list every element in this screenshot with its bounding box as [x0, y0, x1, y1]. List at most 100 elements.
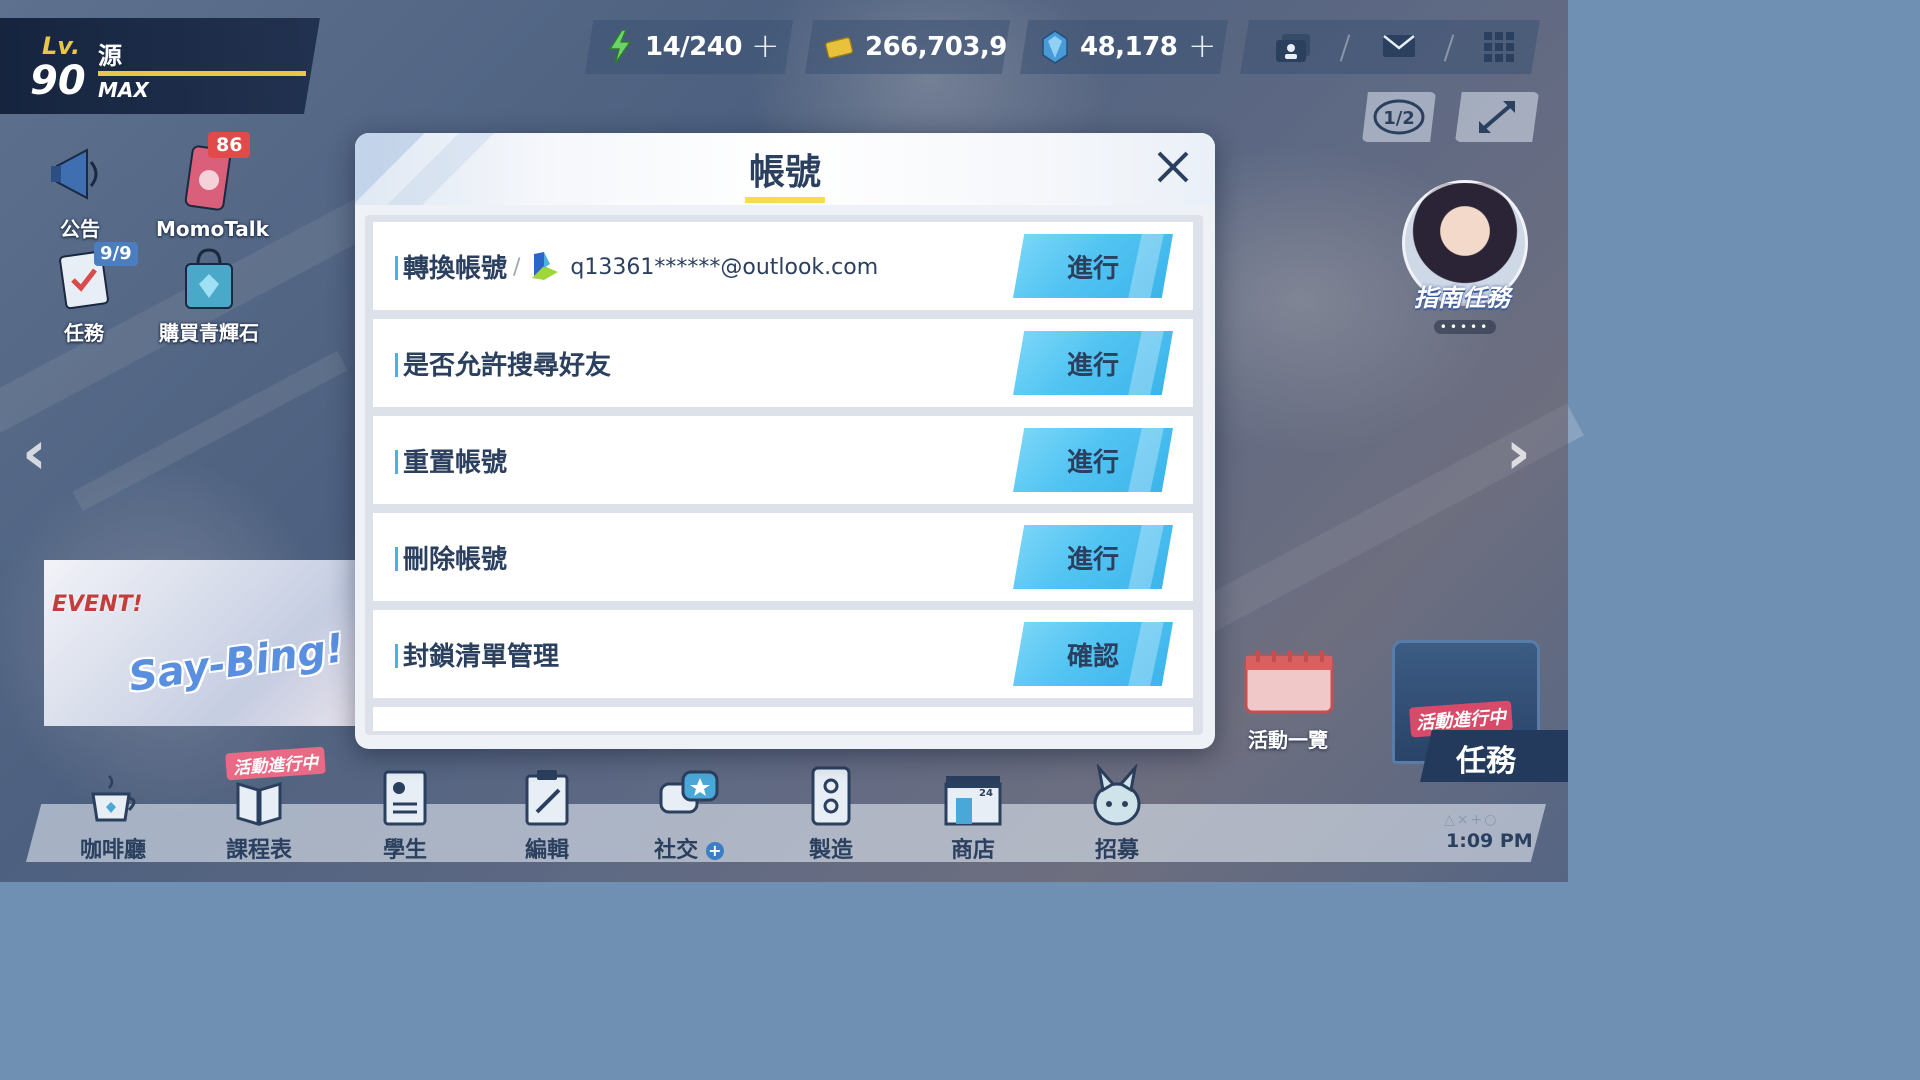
student-file-icon: [383, 770, 427, 826]
pyroxene-gem-icon: [1040, 30, 1070, 64]
nav-social[interactable]: 社交 +: [634, 760, 744, 864]
nav-recruit-label: 招募: [1094, 838, 1139, 863]
nav-formation[interactable]: 編輯: [492, 760, 602, 864]
tasks-label: 任務: [64, 321, 104, 345]
cycle-view-button[interactable]: 1/2: [1362, 92, 1436, 142]
allow-friend-search-button[interactable]: 進行: [1013, 331, 1173, 395]
chat-bubbles-icon: [659, 770, 719, 814]
add-pyroxene-button[interactable]: +: [1188, 26, 1217, 66]
cycle-icon: 1/2: [1373, 99, 1425, 135]
tasks-count-badge: 9/9: [94, 242, 138, 266]
option-row-block-list: 封鎖清單管理 確認: [373, 610, 1193, 698]
player-name: 源: [98, 42, 122, 70]
nav-cafe-label: 咖啡廳: [79, 838, 146, 863]
nav-shop[interactable]: 24 商店: [918, 760, 1028, 864]
modal-title: 帳號: [748, 152, 821, 193]
option-row-reset-account: 重置帳號 進行: [373, 416, 1193, 504]
option-row-delete-account: 刪除帳號 進行: [373, 513, 1193, 601]
level-max-label: MAX: [98, 78, 149, 102]
pyroxene-counter[interactable]: 48,178 +: [1020, 20, 1228, 74]
allow-friend-search-label: 是否允許搜尋好友: [403, 351, 612, 381]
shopping-bag-icon: [185, 248, 233, 309]
account-provider-logo-icon: [532, 252, 559, 280]
switch-account-label: 轉換帳號: [403, 254, 508, 284]
label-separator: /: [513, 254, 521, 280]
switch-account-button[interactable]: 進行: [1013, 234, 1173, 298]
account-options-list[interactable]: 轉換帳號 / q13361******@outlook.com 進行 是否允許搜…: [365, 215, 1203, 735]
top-utility-bar: [1240, 20, 1540, 74]
level-label: Lv.: [42, 32, 81, 60]
coffee-cup-icon: [91, 775, 136, 822]
nav-formation-label: 編輯: [524, 838, 569, 863]
buy-pyroxene-label: 購買青輝石: [159, 321, 259, 345]
credit-card-icon: [825, 30, 855, 64]
schedule-book-icon: [236, 781, 282, 827]
nav-cafe[interactable]: 咖啡廳: [58, 760, 168, 864]
linked-email: q13361******@outlook.com: [570, 254, 879, 280]
buy-pyroxene-shortcut[interactable]: 購買青輝石: [150, 246, 268, 346]
option-row-allow-friend-search: 是否允許搜尋好友 進行: [373, 319, 1193, 407]
cycle-label: 1/2: [1383, 108, 1415, 129]
row-accent-bar: [395, 256, 398, 280]
megaphone-icon: [51, 148, 98, 200]
nav-crafting-label: 製造: [808, 838, 853, 863]
title-underline: [745, 197, 825, 203]
exp-bar: [98, 71, 306, 76]
mission-label: 任務: [1456, 744, 1516, 779]
option-row-partial: [373, 707, 1193, 731]
row-accent-bar: [395, 644, 398, 668]
notice-shortcut[interactable]: 公告: [40, 142, 120, 242]
svg-text:24: 24: [979, 788, 993, 799]
expand-button[interactable]: [1455, 92, 1539, 142]
menu-grid-icon[interactable]: [1484, 32, 1514, 66]
clock: 1:09 PM: [1446, 830, 1533, 852]
pyroxene-value: 48,178: [1080, 32, 1178, 62]
row-accent-bar: [395, 353, 398, 377]
reset-account-label: 重置帳號: [403, 448, 508, 478]
guide-page-dots: •••••: [1434, 320, 1496, 334]
level-value: 90: [30, 58, 86, 104]
clock-symbols: △×+○: [1444, 812, 1499, 828]
option-row-switch-account: 轉換帳號 / q13361******@outlook.com 進行: [373, 222, 1193, 310]
expand-arrows-icon: [1479, 101, 1515, 133]
friends-icon[interactable]: [1274, 32, 1314, 68]
close-icon: [1157, 151, 1189, 183]
linked-account-info: / q13361******@outlook.com: [513, 252, 878, 282]
delete-account-label: 刪除帳號: [403, 545, 508, 575]
nav-crafting[interactable]: 製造: [776, 760, 886, 864]
row-accent-bar: [395, 547, 398, 571]
clipboard-edit-icon: [525, 770, 569, 826]
account-modal: 帳號 轉換帳號 / q13361******@outlook.com 進行 是否…: [355, 133, 1215, 749]
lightning-icon: [605, 30, 635, 64]
block-list-label: 封鎖清單管理: [403, 642, 560, 672]
chevron-left-icon[interactable]: ‹: [22, 418, 47, 488]
block-list-confirm-button[interactable]: 確認: [1013, 622, 1173, 686]
credits-counter: 266,703,992: [805, 20, 1010, 74]
row-accent-bar: [395, 450, 398, 474]
momotalk-label: MomoTalk: [156, 217, 269, 241]
delete-account-button[interactable]: 進行: [1013, 525, 1173, 589]
mail-icon[interactable]: [1382, 32, 1416, 64]
notice-label: 公告: [60, 217, 100, 241]
ap-counter[interactable]: 14/240 +: [585, 20, 793, 74]
social-plus-icon: +: [705, 842, 724, 860]
recruit-mascot-icon: [1093, 764, 1141, 826]
event-banner-tag: EVENT!: [52, 592, 143, 617]
store-icon: 24: [944, 776, 1002, 826]
crafting-device-icon: [811, 766, 851, 826]
momotalk-unread-badge: 86: [208, 132, 251, 158]
nav-recruit[interactable]: 招募: [1062, 760, 1172, 864]
nav-students[interactable]: 學生: [350, 760, 460, 864]
nav-shop-label: 商店: [950, 838, 995, 863]
add-ap-button[interactable]: +: [751, 26, 780, 66]
close-button[interactable]: [1151, 145, 1195, 189]
event-list-label[interactable]: 活動一覽: [1248, 724, 1328, 753]
ap-value: 14/240: [645, 32, 742, 62]
chevron-right-icon[interactable]: ›: [1506, 418, 1531, 488]
nav-social-label: 社交 +: [634, 832, 744, 864]
calendar-icon[interactable]: [1244, 648, 1334, 714]
guide-mission-label[interactable]: 指南任務: [1414, 278, 1510, 313]
nav-students-label: 學生: [382, 838, 427, 863]
nav-schedule-label: 課程表: [225, 838, 292, 863]
reset-account-button[interactable]: 進行: [1013, 428, 1173, 492]
